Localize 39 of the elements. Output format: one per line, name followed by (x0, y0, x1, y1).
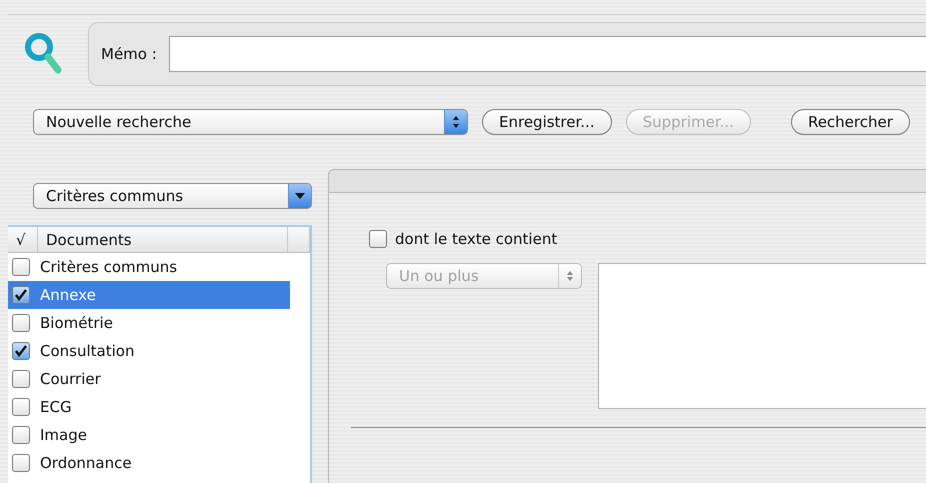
table-row[interactable]: Critères communs (8, 253, 290, 281)
table-row[interactable]: Ordonnance (8, 449, 290, 477)
row-label: Biométrie (40, 314, 113, 332)
table-row[interactable]: Annexe (8, 281, 290, 309)
checkbox[interactable] (12, 258, 30, 276)
row-label: Courrier (40, 370, 101, 388)
row-label: Annexe (40, 286, 96, 304)
memo-label: Mémo : (101, 45, 157, 63)
checkbox[interactable] (369, 230, 387, 248)
checkbox-label: dont le texte contient (395, 230, 558, 248)
table-row[interactable]: Biométrie (8, 309, 290, 337)
category-popup[interactable]: Critères communs (33, 183, 312, 209)
memo-field[interactable] (168, 36, 926, 72)
checkbox[interactable] (12, 370, 30, 388)
checkbox[interactable] (12, 454, 30, 472)
row-label: ECG (40, 398, 72, 416)
action-button[interactable]: Rechercher (790, 109, 910, 135)
table-row[interactable]: ECG (8, 393, 290, 421)
row-label: Ordonnance (40, 454, 132, 472)
row-label: Critères communs (40, 258, 178, 276)
checkbox[interactable] (12, 286, 30, 304)
caret-icon (295, 192, 305, 200)
table-row[interactable]: Consultation (8, 337, 290, 365)
action-button[interactable]: Enregistrer... (482, 109, 612, 135)
stepper-icon (566, 269, 574, 283)
stepper-icon (452, 115, 460, 129)
column-header[interactable]: √ (8, 227, 38, 252)
table-row[interactable]: Image (8, 421, 290, 449)
row-label: Image (40, 426, 87, 444)
text-field[interactable] (598, 263, 926, 409)
checkbox[interactable] (12, 314, 30, 332)
checkbox[interactable] (12, 426, 30, 444)
checkbox[interactable] (12, 398, 30, 416)
table-row[interactable]: Courrier (8, 365, 290, 393)
search-icon (24, 32, 62, 76)
row-label: Consultation (40, 342, 134, 360)
checkbox[interactable] (12, 342, 30, 360)
column-header[interactable]: Documents (38, 227, 288, 252)
saved-search-popup[interactable]: Nouvelle recherche (33, 109, 468, 135)
